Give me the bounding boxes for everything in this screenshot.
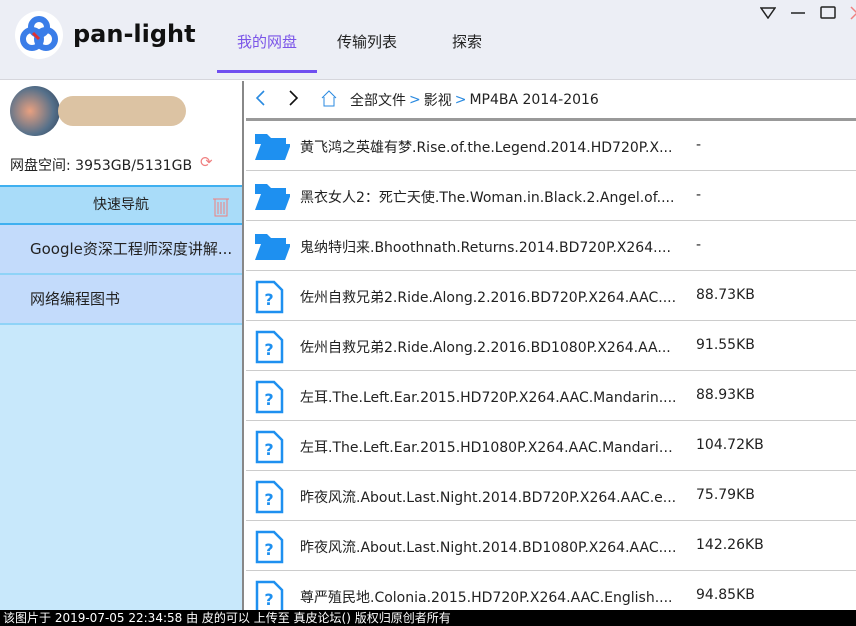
svg-text:?: ? [264,490,273,509]
maximize-icon[interactable] [820,6,836,24]
refresh-icon[interactable]: ⟳ [200,153,213,171]
quota-label: 网盘空间: 3953GB/5131GB [10,158,193,174]
username-redacted [58,96,186,126]
file-size: 91.55KB [696,337,755,353]
sidebar: 网盘空间: 3953GB/5131GB ⟳ 快速导航 Google资深工程师深度… [0,81,244,610]
folder-icon [254,180,291,216]
quicknav-header: 快速导航 [0,185,242,225]
header: pan-light 我的网盘 传输列表 探索 [0,0,856,80]
file-name: 黑衣女人2：死亡天使.The.Woman.in.Black.2.Angel.of… [300,190,675,206]
file-size: 104.72KB [696,437,764,453]
file-row[interactable]: ? 左耳.The.Left.Ear.2015.HD1080P.X264.AAC.M… [246,421,856,471]
back-icon[interactable] [254,89,266,111]
file-name: 左耳.The.Left.Ear.2015.HD1080P.X264.AAC.Ma… [300,440,680,456]
file-name: 左耳.The.Left.Ear.2015.HD720P.X264.AAC.Man… [300,390,677,406]
file-unknown-icon: ? [254,380,284,418]
file-row[interactable]: ? 佐州自救兄弟2.Ride.Along.2.2016.BD720P.X264.A… [246,271,856,321]
file-row[interactable]: ? 尊严殖民地.Colonia.2015.HD720P.X264.AAC.Engl… [246,571,856,610]
breadcrumb-current[interactable]: MP4BA 2014-2016 [469,92,598,108]
svg-text:?: ? [264,440,273,459]
close-icon[interactable] [850,6,856,24]
file-row[interactable]: 黑衣女人2：死亡天使.The.Woman.in.Black.2.Angel.of… [246,171,856,221]
file-unknown-icon: ? [254,280,284,318]
app-name: pan-light [73,20,196,48]
file-row[interactable]: 鬼纳特归来.Bhoothnath.Returns.2014.BD720P.X26… [246,221,856,271]
file-size: 88.93KB [696,387,755,403]
file-size: 88.73KB [696,287,755,303]
file-name: 尊严殖民地.Colonia.2015.HD720P.X264.AAC.Engli… [300,590,673,606]
quicknav-title: 快速导航 [93,197,149,213]
path-bar: 全部文件 > 影视 > MP4BA 2014-2016 [246,81,856,121]
file-unknown-icon: ? [254,580,284,610]
file-name: 佐州自救兄弟2.Ride.Along.2.2016.BD1080P.X264.A… [300,340,671,356]
file-row[interactable]: ? 左耳.The.Left.Ear.2015.HD720P.X264.AAC.Ma… [246,371,856,421]
file-row[interactable]: ? 佐州自救兄弟2.Ride.Along.2.2016.BD1080P.X264.… [246,321,856,371]
file-size: - [696,187,702,203]
tab-transfers[interactable]: 传输列表 [317,31,417,73]
file-row[interactable]: 黄飞鸿之英雄有梦.Rise.of.the.Legend.2014.HD720P.… [246,121,856,171]
file-size: - [696,237,702,253]
file-row[interactable]: ? 昨夜风流.About.Last.Night.2014.BD720P.X264.… [246,471,856,521]
tab-my-disk[interactable]: 我的网盘 [217,31,317,73]
folder-icon [254,130,291,166]
file-name: 佐州自救兄弟2.Ride.Along.2.2016.BD720P.X264.AA… [300,290,677,306]
app-logo-icon [15,11,63,59]
file-name: 黄飞鸿之英雄有梦.Rise.of.the.Legend.2014.HD720P.… [300,140,673,156]
file-unknown-icon: ? [254,330,284,368]
svg-text:?: ? [264,540,273,559]
file-row[interactable]: ? 昨夜风流.About.Last.Night.2014.BD1080P.X264… [246,521,856,571]
file-size: - [696,137,702,153]
file-size: 94.85KB [696,587,755,603]
tab-explore[interactable]: 探索 [417,31,517,73]
svg-text:?: ? [264,290,273,309]
svg-text:?: ? [264,340,273,359]
file-name: 鬼纳特归来.Bhoothnath.Returns.2014.BD720P.X26… [300,240,671,256]
trash-icon[interactable] [212,195,230,231]
svg-text:?: ? [264,390,273,409]
quicknav-item[interactable]: Google资深工程师深度讲解... [0,225,242,275]
avatar [10,86,60,136]
forward-icon[interactable] [288,89,300,111]
user-panel: 网盘空间: 3953GB/5131GB ⟳ [0,81,242,185]
file-name: 昨夜风流.About.Last.Night.2014.BD720P.X264.A… [300,490,677,506]
file-size: 142.26KB [696,537,764,553]
minimize-icon[interactable] [790,7,806,23]
folder-icon [254,230,291,266]
file-name: 昨夜风流.About.Last.Night.2014.BD1080P.X264.… [300,540,677,556]
file-unknown-icon: ? [254,480,284,518]
status-bar: 该图片于 2019-07-05 22:34:58 由 皮的可以 上传至 真皮论坛… [0,610,856,626]
file-list: 黄飞鸿之英雄有梦.Rise.of.the.Legend.2014.HD720P.… [246,121,856,610]
file-size: 75.79KB [696,487,755,503]
home-icon[interactable] [320,89,338,111]
breadcrumb-item[interactable]: 影视 [424,90,452,110]
file-unknown-icon: ? [254,530,284,568]
svg-text:?: ? [264,590,273,609]
file-unknown-icon: ? [254,430,284,468]
breadcrumb-root[interactable]: 全部文件 [350,90,406,110]
quicknav-item[interactable]: 网络编程图书 [0,275,242,325]
dropdown-icon[interactable] [759,7,777,23]
